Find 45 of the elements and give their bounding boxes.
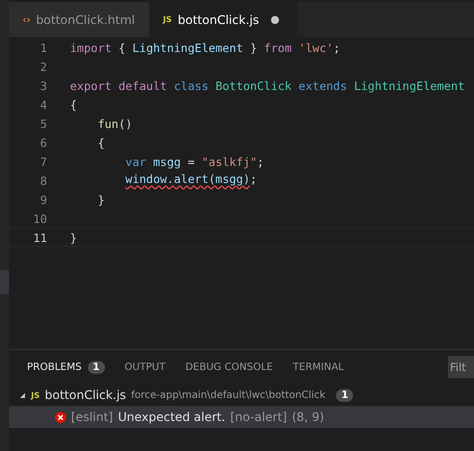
line-number: 7 [39, 154, 47, 168]
code-line: window.alert(msgg); [124, 172, 257, 188]
line-number: 10 [32, 212, 47, 226]
js-icon: JS [31, 390, 40, 400]
count-badge: 1 [336, 388, 354, 402]
line-number: 1 [39, 40, 47, 54]
code-line: { [96, 136, 105, 150]
problem-position: (8, 9) [292, 410, 324, 424]
code-line: var msgg = "aslkfj"; [124, 154, 264, 168]
js-icon: JS [163, 15, 172, 24]
problem-source: [eslint] [71, 410, 113, 424]
file-name: bottonClick.js [44, 388, 126, 402]
panel-tab[interactable]: DEBUG CONSOLE [185, 362, 273, 372]
problem-rule: [no-alert] [230, 410, 287, 424]
problem-item[interactable]: [eslint] Unexpected alert. [no-alert] (8, 9) [9, 406, 474, 428]
line-number: 4 [39, 98, 47, 112]
panel-tab[interactable]: TERMINAL [292, 362, 344, 372]
sidebar-edge [0, 270, 9, 294]
panel-tab[interactable]: PROBLEMS 1 [27, 360, 105, 374]
code-line: } [96, 192, 105, 206]
panel-tab[interactable]: OUTPUT [124, 362, 166, 372]
file-path: force-app\main\default\lwc\bottonClick [131, 390, 326, 400]
count-badge: 1 [88, 360, 105, 374]
line-number: 5 [39, 116, 47, 130]
editor-tab[interactable]: JS bottonClick.js [149, 2, 298, 37]
caret-icon[interactable] [19, 392, 26, 398]
code-line: } [70, 230, 77, 244]
line-number: 6 [39, 136, 47, 150]
code-line: export default class BottonClick extends LightningElement [70, 78, 465, 92]
line-number: 8 [39, 174, 47, 188]
code-line: fun() [96, 116, 132, 130]
filter-field[interactable]: Filt [448, 356, 474, 378]
problem-message: Unexpected alert. [118, 410, 226, 424]
line-number: 3 [39, 78, 47, 92]
code-line: { [70, 98, 77, 112]
line-number: 11 [32, 230, 47, 244]
code-brackets-icon [23, 16, 30, 24]
unsaved-dot-icon [271, 16, 280, 24]
tab-label: bottonClick.html [36, 12, 135, 26]
line-number: 9 [39, 192, 47, 206]
line-number: 2 [39, 60, 47, 74]
error-icon [55, 412, 66, 422]
tab-label: bottonClick.js [178, 12, 260, 26]
editor-tab[interactable]: bottonClick.html [9, 2, 149, 37]
code-line: import { LightningElement } from 'lwc'; [70, 40, 340, 54]
